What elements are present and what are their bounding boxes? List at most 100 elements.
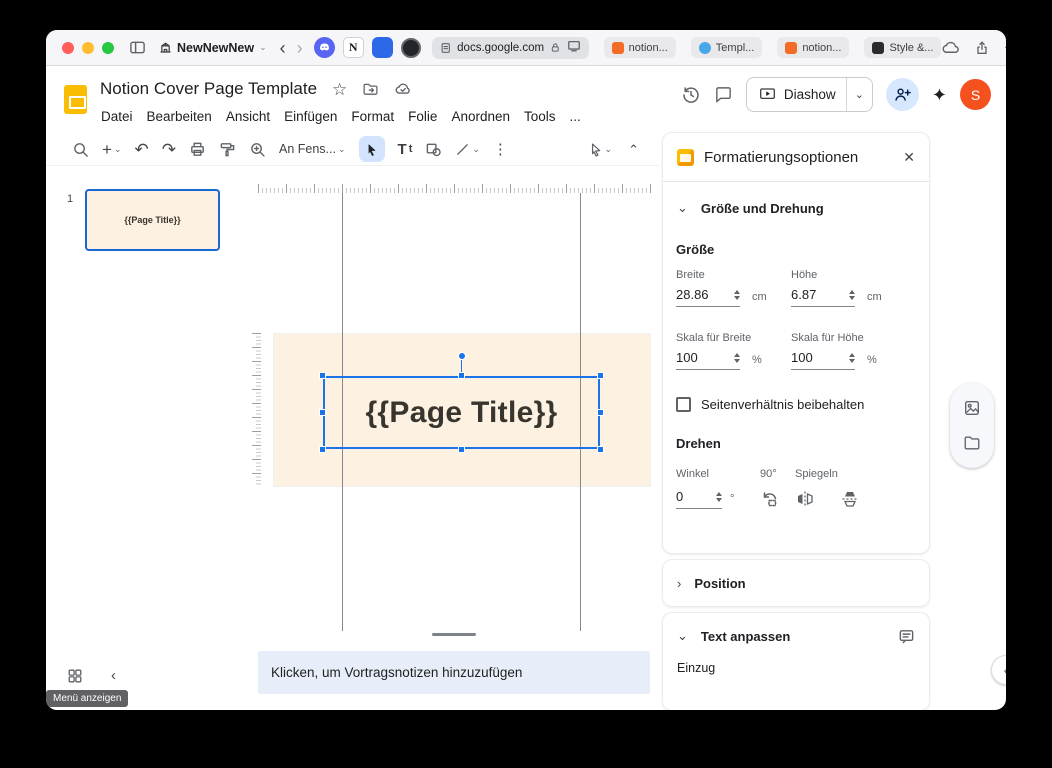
sidebar-toggle-button[interactable] bbox=[129, 39, 146, 56]
collapse-side-panel-button[interactable]: ‹ bbox=[991, 655, 1006, 685]
close-window-button[interactable] bbox=[62, 41, 74, 54]
share-with-people-button[interactable] bbox=[885, 78, 919, 111]
menu-datei[interactable]: Datei bbox=[94, 106, 140, 127]
search-menus-button[interactable] bbox=[72, 141, 89, 158]
stepper-down-icon[interactable] bbox=[849, 295, 855, 300]
document-title[interactable]: Notion Cover Page Template bbox=[100, 79, 317, 99]
aspect-ratio-option[interactable]: Seitenverhältnis beibehalten bbox=[676, 397, 916, 412]
pinned-tab-dark-app[interactable] bbox=[400, 37, 421, 58]
stepper-up-icon[interactable] bbox=[849, 289, 855, 294]
stepper-down-icon[interactable] bbox=[849, 358, 855, 363]
width-input[interactable]: 28.86 bbox=[676, 287, 740, 307]
resize-handle-ne[interactable] bbox=[597, 372, 604, 379]
angle-input[interactable]: 0 bbox=[676, 489, 722, 509]
open-folder-button[interactable] bbox=[963, 434, 981, 452]
account-avatar[interactable]: S bbox=[960, 79, 991, 110]
more-tools-button[interactable]: ⋮ bbox=[493, 142, 508, 157]
pinned-tab-notion[interactable]: N bbox=[342, 37, 364, 58]
cast-button[interactable] bbox=[567, 39, 581, 56]
fullscreen-window-button[interactable] bbox=[102, 41, 114, 54]
resize-handle-nw[interactable] bbox=[319, 372, 326, 379]
angle-stepper[interactable] bbox=[716, 491, 722, 502]
resize-handle-e[interactable] bbox=[597, 408, 604, 416]
minimize-window-button[interactable] bbox=[82, 41, 94, 54]
height-input[interactable]: 6.87 bbox=[791, 287, 855, 307]
close-panel-button[interactable]: ✕ bbox=[903, 149, 915, 166]
browser-tab-1[interactable]: notion... bbox=[603, 37, 676, 58]
downloads-button[interactable] bbox=[941, 38, 960, 57]
text-box-content[interactable]: {{Page Title}} bbox=[365, 396, 557, 430]
insert-image-button[interactable] bbox=[963, 399, 981, 417]
zoom-button[interactable] bbox=[249, 141, 266, 158]
scale-width-input[interactable]: 100 bbox=[676, 350, 740, 370]
stepper-down-icon[interactable] bbox=[734, 295, 740, 300]
scrollbar-thumb[interactable] bbox=[432, 633, 476, 636]
present-button[interactable]: Diashow bbox=[747, 86, 846, 103]
new-slide-button[interactable]: + ⌄ bbox=[102, 141, 121, 158]
position-card[interactable]: › Position bbox=[663, 560, 929, 606]
selected-text-box[interactable]: {{Page Title}} bbox=[319, 352, 604, 453]
pinned-tab-blue-app[interactable] bbox=[371, 37, 393, 58]
flip-horizontal-button[interactable] bbox=[795, 489, 815, 509]
share-button[interactable] bbox=[974, 40, 990, 56]
flip-vertical-button[interactable] bbox=[840, 489, 860, 509]
resize-handle-n[interactable] bbox=[457, 372, 465, 379]
present-menu-button[interactable]: ⌄ bbox=[847, 88, 872, 101]
menu-overflow[interactable]: ... bbox=[563, 106, 588, 127]
browser-tab-2[interactable]: Templ... bbox=[690, 37, 763, 58]
pinned-tab-discord[interactable] bbox=[313, 37, 335, 58]
scale-height-input[interactable]: 100 bbox=[791, 350, 855, 370]
select-tool-button[interactable] bbox=[358, 136, 385, 162]
move-button[interactable] bbox=[362, 81, 379, 98]
scale-height-stepper[interactable] bbox=[849, 352, 855, 363]
undo-button[interactable]: ↶ bbox=[134, 141, 148, 158]
menu-tools[interactable]: Tools bbox=[517, 106, 563, 127]
gemini-icon[interactable]: ✦ bbox=[932, 86, 947, 104]
text-fitting-section-header[interactable]: ⌄ Text anpassen bbox=[663, 613, 929, 659]
menu-einfuegen[interactable]: Einfügen bbox=[277, 106, 344, 127]
resize-handle-se[interactable] bbox=[597, 446, 604, 453]
stepper-up-icon[interactable] bbox=[849, 352, 855, 357]
slide-canvas[interactable]: {{Page Title}} Klicken, um Vortragsnotiz… bbox=[240, 166, 663, 710]
show-menu-button[interactable] bbox=[67, 668, 83, 684]
google-slides-logo[interactable] bbox=[64, 85, 87, 114]
resize-handle-s[interactable] bbox=[457, 446, 465, 453]
height-stepper[interactable] bbox=[849, 289, 855, 300]
browser-tab-4[interactable]: Style &... bbox=[864, 37, 942, 58]
size-rotation-section-header[interactable]: ⌄ Größe und Drehung bbox=[663, 182, 929, 234]
aspect-ratio-checkbox[interactable] bbox=[676, 397, 691, 412]
stepper-up-icon[interactable] bbox=[716, 491, 722, 496]
print-button[interactable] bbox=[189, 141, 206, 158]
stepper-down-icon[interactable] bbox=[716, 497, 722, 502]
resize-handle-w[interactable] bbox=[319, 408, 326, 416]
shape-button[interactable] bbox=[425, 141, 442, 158]
back-button[interactable]: ‹ bbox=[280, 39, 286, 57]
zoom-fit-select[interactable]: An Fens... ⌄ bbox=[279, 142, 346, 156]
new-tab-button[interactable]: + bbox=[1004, 39, 1006, 56]
menu-bearbeiten[interactable]: Bearbeiten bbox=[140, 106, 219, 127]
star-icon[interactable]: ☆ bbox=[332, 81, 347, 98]
scale-width-stepper[interactable] bbox=[734, 352, 740, 363]
width-stepper[interactable] bbox=[734, 289, 740, 300]
collapse-filmstrip-button[interactable]: ‹ bbox=[111, 667, 116, 684]
pointer-options-button[interactable]: ⌄ bbox=[588, 142, 612, 157]
redo-button[interactable]: ↷ bbox=[162, 141, 176, 158]
menu-format[interactable]: Format bbox=[344, 106, 401, 127]
rotation-handle[interactable] bbox=[457, 352, 466, 360]
comments-button[interactable] bbox=[714, 85, 733, 104]
slide-thumbnail-1[interactable]: {{Page Title}} bbox=[85, 189, 220, 251]
text-box-button[interactable]: Tt bbox=[398, 141, 413, 158]
line-tool-button[interactable]: ⌄ bbox=[455, 142, 480, 157]
menu-folie[interactable]: Folie bbox=[401, 106, 444, 127]
speaker-notes[interactable]: Klicken, um Vortragsnotizen hinzuzufügen bbox=[258, 651, 650, 694]
paint-format-button[interactable] bbox=[219, 141, 236, 158]
resize-handle-sw[interactable] bbox=[319, 446, 326, 453]
browser-tab-3[interactable]: notion... bbox=[777, 37, 850, 58]
feedback-button[interactable] bbox=[898, 628, 915, 645]
menu-anordnen[interactable]: Anordnen bbox=[444, 106, 517, 127]
forward-button[interactable]: › bbox=[297, 39, 303, 57]
stepper-down-icon[interactable] bbox=[734, 358, 740, 363]
stepper-up-icon[interactable] bbox=[734, 289, 740, 294]
rotate-90-button[interactable] bbox=[760, 489, 780, 509]
version-history-button[interactable] bbox=[681, 85, 701, 105]
